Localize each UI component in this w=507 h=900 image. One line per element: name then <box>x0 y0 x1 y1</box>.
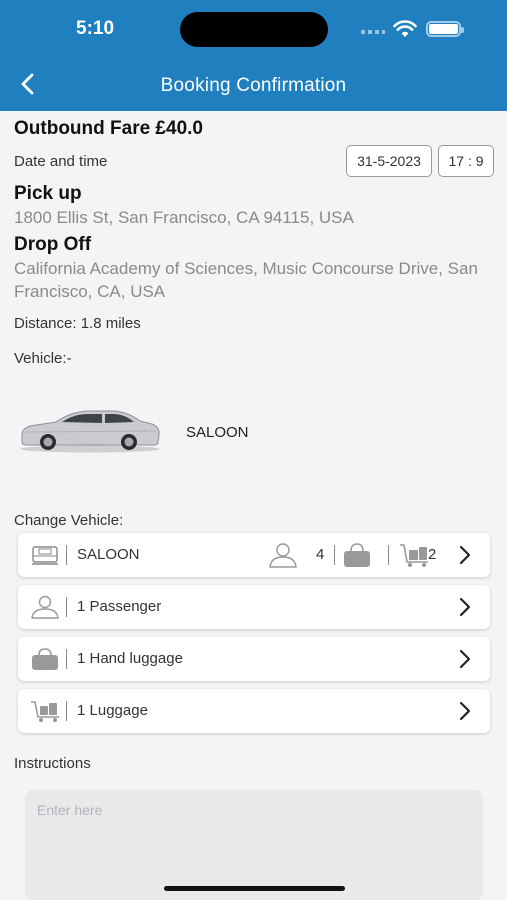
dynamic-island <box>180 12 328 47</box>
date-time-label: Date and time <box>14 153 108 170</box>
outbound-fare: Outbound Fare £40.0 <box>14 118 203 139</box>
vehicle-type: SALOON <box>186 424 249 441</box>
passenger-select-row[interactable]: 1 Passenger <box>18 585 490 629</box>
luggage-trolley-icon <box>31 701 59 722</box>
change-vehicle-label: Change Vehicle: <box>14 512 124 529</box>
wifi-icon <box>393 20 417 37</box>
hand-luggage-select-row[interactable]: 1 Hand luggage <box>18 637 490 681</box>
status-time: 5:10 <box>76 18 115 39</box>
luggage-select-row[interactable]: 1 Luggage <box>18 689 490 733</box>
pickup-label: Pick up <box>14 183 82 204</box>
handbag-icon <box>32 648 58 670</box>
taxi-icon <box>32 546 58 565</box>
hand-luggage-count: 1 Hand luggage <box>77 650 183 667</box>
vehicle-name: SALOON <box>77 546 140 563</box>
chevron-right-icon <box>459 545 471 565</box>
chevron-right-icon <box>459 701 471 721</box>
luggage-capacity: 2 <box>428 546 437 563</box>
passenger-capacity: 4 <box>316 546 325 563</box>
instructions-input[interactable] <box>25 790 483 900</box>
distance-text: Distance: 1.8 miles <box>14 315 141 332</box>
home-indicator[interactable] <box>164 886 345 891</box>
person-icon <box>269 543 297 568</box>
handbag-icon <box>344 543 370 567</box>
time-picker[interactable]: 17 : 9 <box>438 145 494 177</box>
instructions-label: Instructions <box>14 755 91 772</box>
cellular-signal-icon <box>361 30 385 34</box>
page-title: Booking Confirmation <box>160 75 347 96</box>
passenger-count: 1 Passenger <box>77 598 162 615</box>
vehicle-select-row[interactable]: SALOON 4 2 <box>18 533 490 577</box>
dropoff-label: Drop Off <box>14 234 92 255</box>
app-header: 5:10 Booking Confirmation <box>0 0 507 111</box>
chevron-right-icon <box>459 597 471 617</box>
dropoff-address: California Academy of Sciences, Music Co… <box>14 259 478 301</box>
person-icon <box>31 595 59 619</box>
date-picker[interactable]: 31-5-2023 <box>346 145 432 177</box>
vehicle-label: Vehicle:- <box>14 350 72 367</box>
pickup-address: 1800 Ellis St, San Francisco, CA 94115, … <box>14 208 354 227</box>
car-icon <box>20 410 160 453</box>
chevron-right-icon <box>459 649 471 669</box>
luggage-count: 1 Luggage <box>77 702 148 719</box>
battery-icon <box>426 21 464 37</box>
luggage-trolley-icon <box>400 544 428 567</box>
